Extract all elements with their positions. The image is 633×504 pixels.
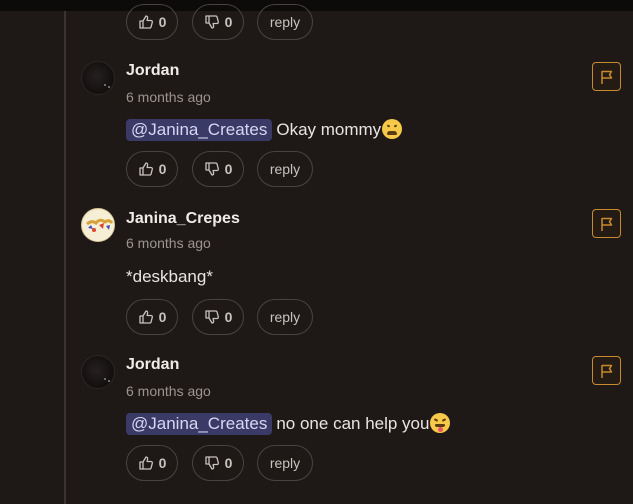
comment-timestamp: 6 months ago — [126, 89, 211, 105]
like-button[interactable]: 0 — [126, 4, 178, 40]
dislike-count: 0 — [224, 14, 233, 30]
comment-body: @Janina_Creates no one can help you — [126, 413, 451, 435]
like-count: 0 — [158, 161, 167, 177]
avatar-image — [83, 210, 114, 241]
flag-icon — [600, 217, 612, 231]
reply-label: reply — [269, 14, 301, 30]
comment-text: Okay mommy — [276, 120, 382, 139]
thumbs-up-icon — [138, 310, 153, 324]
like-button[interactable]: 0 — [126, 299, 178, 335]
report-button[interactable] — [592, 209, 621, 238]
reply-label: reply — [269, 455, 301, 471]
thumbs-down-icon — [204, 456, 219, 470]
comment-author[interactable]: Jordan — [126, 356, 179, 374]
flag-icon — [600, 70, 612, 84]
like-count: 0 — [158, 14, 167, 30]
comment-author[interactable]: Janina_Crepes — [126, 210, 240, 228]
reply-label: reply — [269, 309, 301, 325]
thumbs-up-icon — [138, 15, 153, 29]
thumbs-up-icon — [138, 162, 153, 176]
reply-button[interactable]: reply — [257, 151, 313, 187]
top-bar — [0, 0, 633, 11]
comment-timestamp: 6 months ago — [126, 235, 211, 251]
tongue-out-emoji — [430, 413, 451, 433]
dislike-count: 0 — [224, 455, 233, 471]
comment-author[interactable]: Jordan — [126, 62, 179, 80]
dislike-count: 0 — [224, 161, 233, 177]
dislike-button[interactable]: 0 — [192, 299, 244, 335]
weary-face-emoji — [382, 119, 403, 139]
like-button[interactable]: 0 — [126, 151, 178, 187]
thumbs-down-icon — [204, 162, 219, 176]
comment-body: *deskbang* — [126, 267, 213, 287]
comment-body: @Janina_Creates Okay mommy — [126, 119, 403, 141]
avatar[interactable] — [81, 355, 115, 389]
thumbs-up-icon — [138, 456, 153, 470]
reply-button[interactable]: reply — [257, 445, 313, 481]
reply-button[interactable]: reply — [257, 4, 313, 40]
thumbs-down-icon — [204, 310, 219, 324]
flag-icon — [600, 364, 612, 378]
user-mention[interactable]: @Janina_Creates — [126, 119, 273, 141]
thumbs-down-icon — [204, 15, 219, 29]
avatar[interactable] — [81, 61, 115, 95]
avatar[interactable] — [81, 208, 115, 242]
like-count: 0 — [158, 309, 167, 325]
reply-label: reply — [269, 161, 301, 177]
dislike-count: 0 — [224, 309, 233, 325]
report-button[interactable] — [592, 62, 621, 91]
report-button[interactable] — [592, 356, 621, 385]
reply-button[interactable]: reply — [257, 299, 313, 335]
dislike-button[interactable]: 0 — [192, 445, 244, 481]
comment-text: no one can help you — [276, 414, 430, 433]
user-mention[interactable]: @Janina_Creates — [126, 413, 273, 435]
comment-timestamp: 6 months ago — [126, 383, 211, 399]
comment-text: *deskbang* — [126, 267, 213, 286]
like-count: 0 — [158, 455, 167, 471]
like-button[interactable]: 0 — [126, 445, 178, 481]
dislike-button[interactable]: 0 — [192, 151, 244, 187]
dislike-button[interactable]: 0 — [192, 4, 244, 40]
thread-line — [64, 11, 66, 504]
